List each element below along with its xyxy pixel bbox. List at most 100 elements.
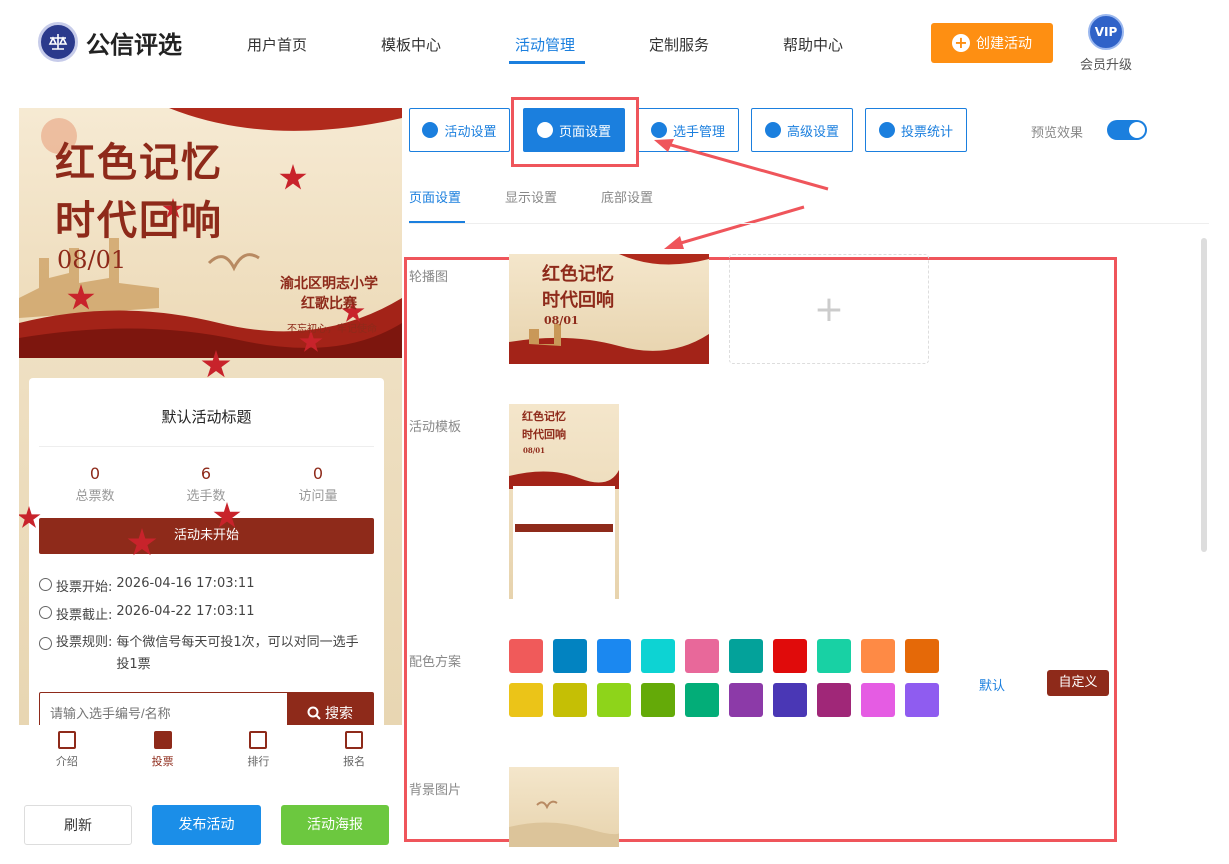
subtab-footer-settings[interactable]: 底部设置	[601, 187, 653, 206]
document-icon	[57, 731, 76, 749]
subtab-divider	[409, 223, 1209, 224]
tab-signup[interactable]: 报名	[306, 725, 402, 775]
color-swatch[interactable]	[773, 683, 807, 717]
highlight-box-page-settings	[511, 97, 639, 167]
toggle-knob	[1129, 122, 1145, 138]
stat-contestants: 6 选手数	[186, 464, 226, 504]
banner-date: 08/01	[57, 246, 127, 274]
color-swatch[interactable]	[905, 639, 939, 673]
user-icon	[153, 731, 172, 749]
profile-card-icon	[345, 731, 364, 749]
tab-intro[interactable]: 介绍	[19, 725, 115, 775]
color-swatch[interactable]	[509, 683, 543, 717]
carousel-image[interactable]: 红色记忆 时代回响 08/01	[509, 254, 709, 364]
vote-start-info: 投票开始: 2026-04-16 17:03:11	[39, 576, 254, 595]
divider	[39, 446, 374, 447]
nav-help-center[interactable]: 帮助中心	[783, 34, 843, 55]
search-icon	[307, 706, 321, 720]
phone-tabbar: 介绍 投票 排行 报名	[19, 725, 402, 775]
tool-activity-settings[interactable]: 活动设置	[409, 108, 510, 152]
color-swatch[interactable]	[817, 639, 851, 673]
color-swatch[interactable]	[861, 683, 895, 717]
nav-user-home[interactable]: 用户首页	[247, 34, 307, 55]
clock-icon	[39, 578, 52, 591]
activity-card: 默认活动标题 0 总票数 6 选手数 0 访问量 活动未开始 投票开始: 2026-04…	[19, 378, 384, 725]
contestant-search: 搜索	[39, 692, 374, 725]
nav-custom-service[interactable]: 定制服务	[649, 34, 709, 55]
template-thumb-date: 08/01	[523, 446, 546, 455]
info-icon	[39, 637, 52, 650]
color-swatch-row-1	[509, 639, 939, 673]
activity-poster-button[interactable]: 活动海报	[281, 805, 389, 845]
logo-text: 公信评选	[86, 30, 182, 59]
color-swatch[interactable]	[553, 639, 587, 673]
vote-rule-info: 投票规则: 每个微信号每天可投1次，可以对同一选手投1票	[39, 632, 369, 676]
publish-activity-button[interactable]: 发布活动	[152, 805, 261, 845]
preview-effect-label: 预览效果	[1031, 126, 1084, 141]
color-swatch[interactable]	[597, 639, 631, 673]
banner-slogan: 不忘初心，牢记使命	[287, 324, 377, 335]
add-carousel-image-button[interactable]: +	[729, 254, 929, 364]
color-swatch[interactable]	[509, 639, 543, 673]
color-scheme-default[interactable]: 默认	[979, 675, 1005, 694]
activity-status-bar: 活动未开始	[39, 518, 374, 554]
plus-circle-icon: +	[952, 34, 970, 52]
carousel-label: 轮播图	[409, 270, 449, 285]
banner-school: 渝北区明志小学 红歌比赛	[280, 276, 378, 312]
nav-template-center[interactable]: 模板中心	[381, 34, 441, 55]
carousel-thumb-title: 红色记忆 时代回响	[542, 264, 614, 311]
color-swatch[interactable]	[597, 683, 631, 717]
color-swatch[interactable]	[641, 683, 675, 717]
subtab-display-settings[interactable]: 显示设置	[505, 187, 557, 206]
app-logo[interactable]: 公信评选	[38, 22, 182, 62]
search-input[interactable]	[40, 693, 287, 725]
color-swatch[interactable]	[685, 639, 719, 673]
background-image-label: 背景图片	[409, 783, 462, 798]
clock-icon	[39, 606, 52, 619]
tab-ranking[interactable]: 排行	[211, 725, 307, 775]
vote-end-info: 投票截止: 2026-04-22 17:03:11	[39, 604, 254, 623]
scales-icon	[38, 22, 78, 62]
color-swatch[interactable]	[905, 683, 939, 717]
subtab-page-settings[interactable]: 页面设置	[409, 187, 461, 206]
template-label: 活动模板	[409, 420, 462, 435]
color-swatch[interactable]	[729, 639, 763, 673]
annotation-arrows	[654, 139, 829, 249]
vip-icon: VIP	[1088, 14, 1124, 50]
star-icon	[422, 122, 439, 138]
stat-total-votes: 0 总票数	[75, 464, 115, 504]
refresh-button[interactable]: 刷新	[24, 805, 132, 845]
bar-chart-icon	[249, 731, 268, 749]
banner-title: 红色记忆 时代回响	[55, 139, 223, 244]
color-scheme-custom-button[interactable]: 自定义	[1047, 670, 1109, 696]
bar-chart-icon	[878, 122, 895, 138]
template-thumb-title: 红色记忆 时代回响	[522, 410, 566, 441]
color-swatch-row-2	[509, 683, 939, 717]
create-activity-button[interactable]: + 创建活动	[931, 23, 1053, 63]
search-button[interactable]: 搜索	[287, 693, 373, 725]
vip-label: 会员升级	[1079, 58, 1132, 73]
tool-vote-statistics[interactable]: 投票统计	[865, 108, 967, 152]
activity-title: 默认活动标题	[161, 408, 252, 426]
vip-upgrade[interactable]: VIP 会员升级	[1078, 14, 1134, 73]
nav-active-indicator	[509, 61, 585, 64]
create-activity-label: 创建活动	[976, 36, 1032, 52]
color-swatch[interactable]	[861, 639, 895, 673]
nav-activity-management[interactable]: 活动管理	[515, 34, 575, 55]
carousel-thumb-date: 08/01	[544, 314, 579, 327]
color-swatch[interactable]	[773, 639, 807, 673]
color-swatch[interactable]	[641, 639, 675, 673]
color-swatch[interactable]	[729, 683, 763, 717]
color-swatch[interactable]	[553, 683, 587, 717]
preview-effect-toggle[interactable]	[1107, 120, 1147, 140]
activity-template-thumb[interactable]: 红色记忆 时代回响 08/01	[509, 404, 619, 599]
color-scheme-label: 配色方案	[409, 655, 462, 670]
phone-preview: 红色记忆 时代回响 08/01 渝北区明志小学 红歌比赛 不忘初心，牢记使命 默…	[19, 108, 402, 725]
background-image-thumb[interactable]	[509, 767, 619, 847]
tab-vote[interactable]: 投票	[115, 725, 211, 775]
stat-visits: 0 访问量	[298, 464, 338, 504]
scrollbar[interactable]	[1201, 238, 1207, 552]
color-swatch[interactable]	[817, 683, 851, 717]
color-swatch[interactable]	[685, 683, 719, 717]
banner-image: 红色记忆 时代回响 08/01 渝北区明志小学 红歌比赛 不忘初心，牢记使命	[19, 108, 402, 378]
